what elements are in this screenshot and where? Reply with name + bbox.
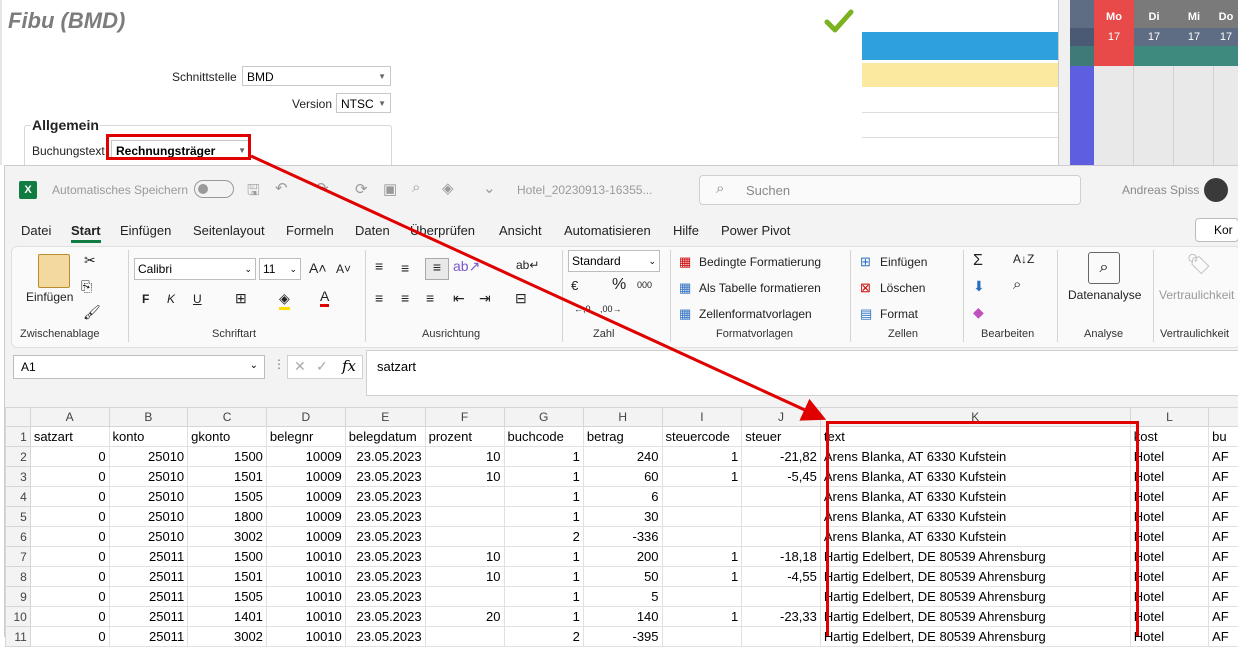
annotation-arrow — [0, 0, 1238, 636]
